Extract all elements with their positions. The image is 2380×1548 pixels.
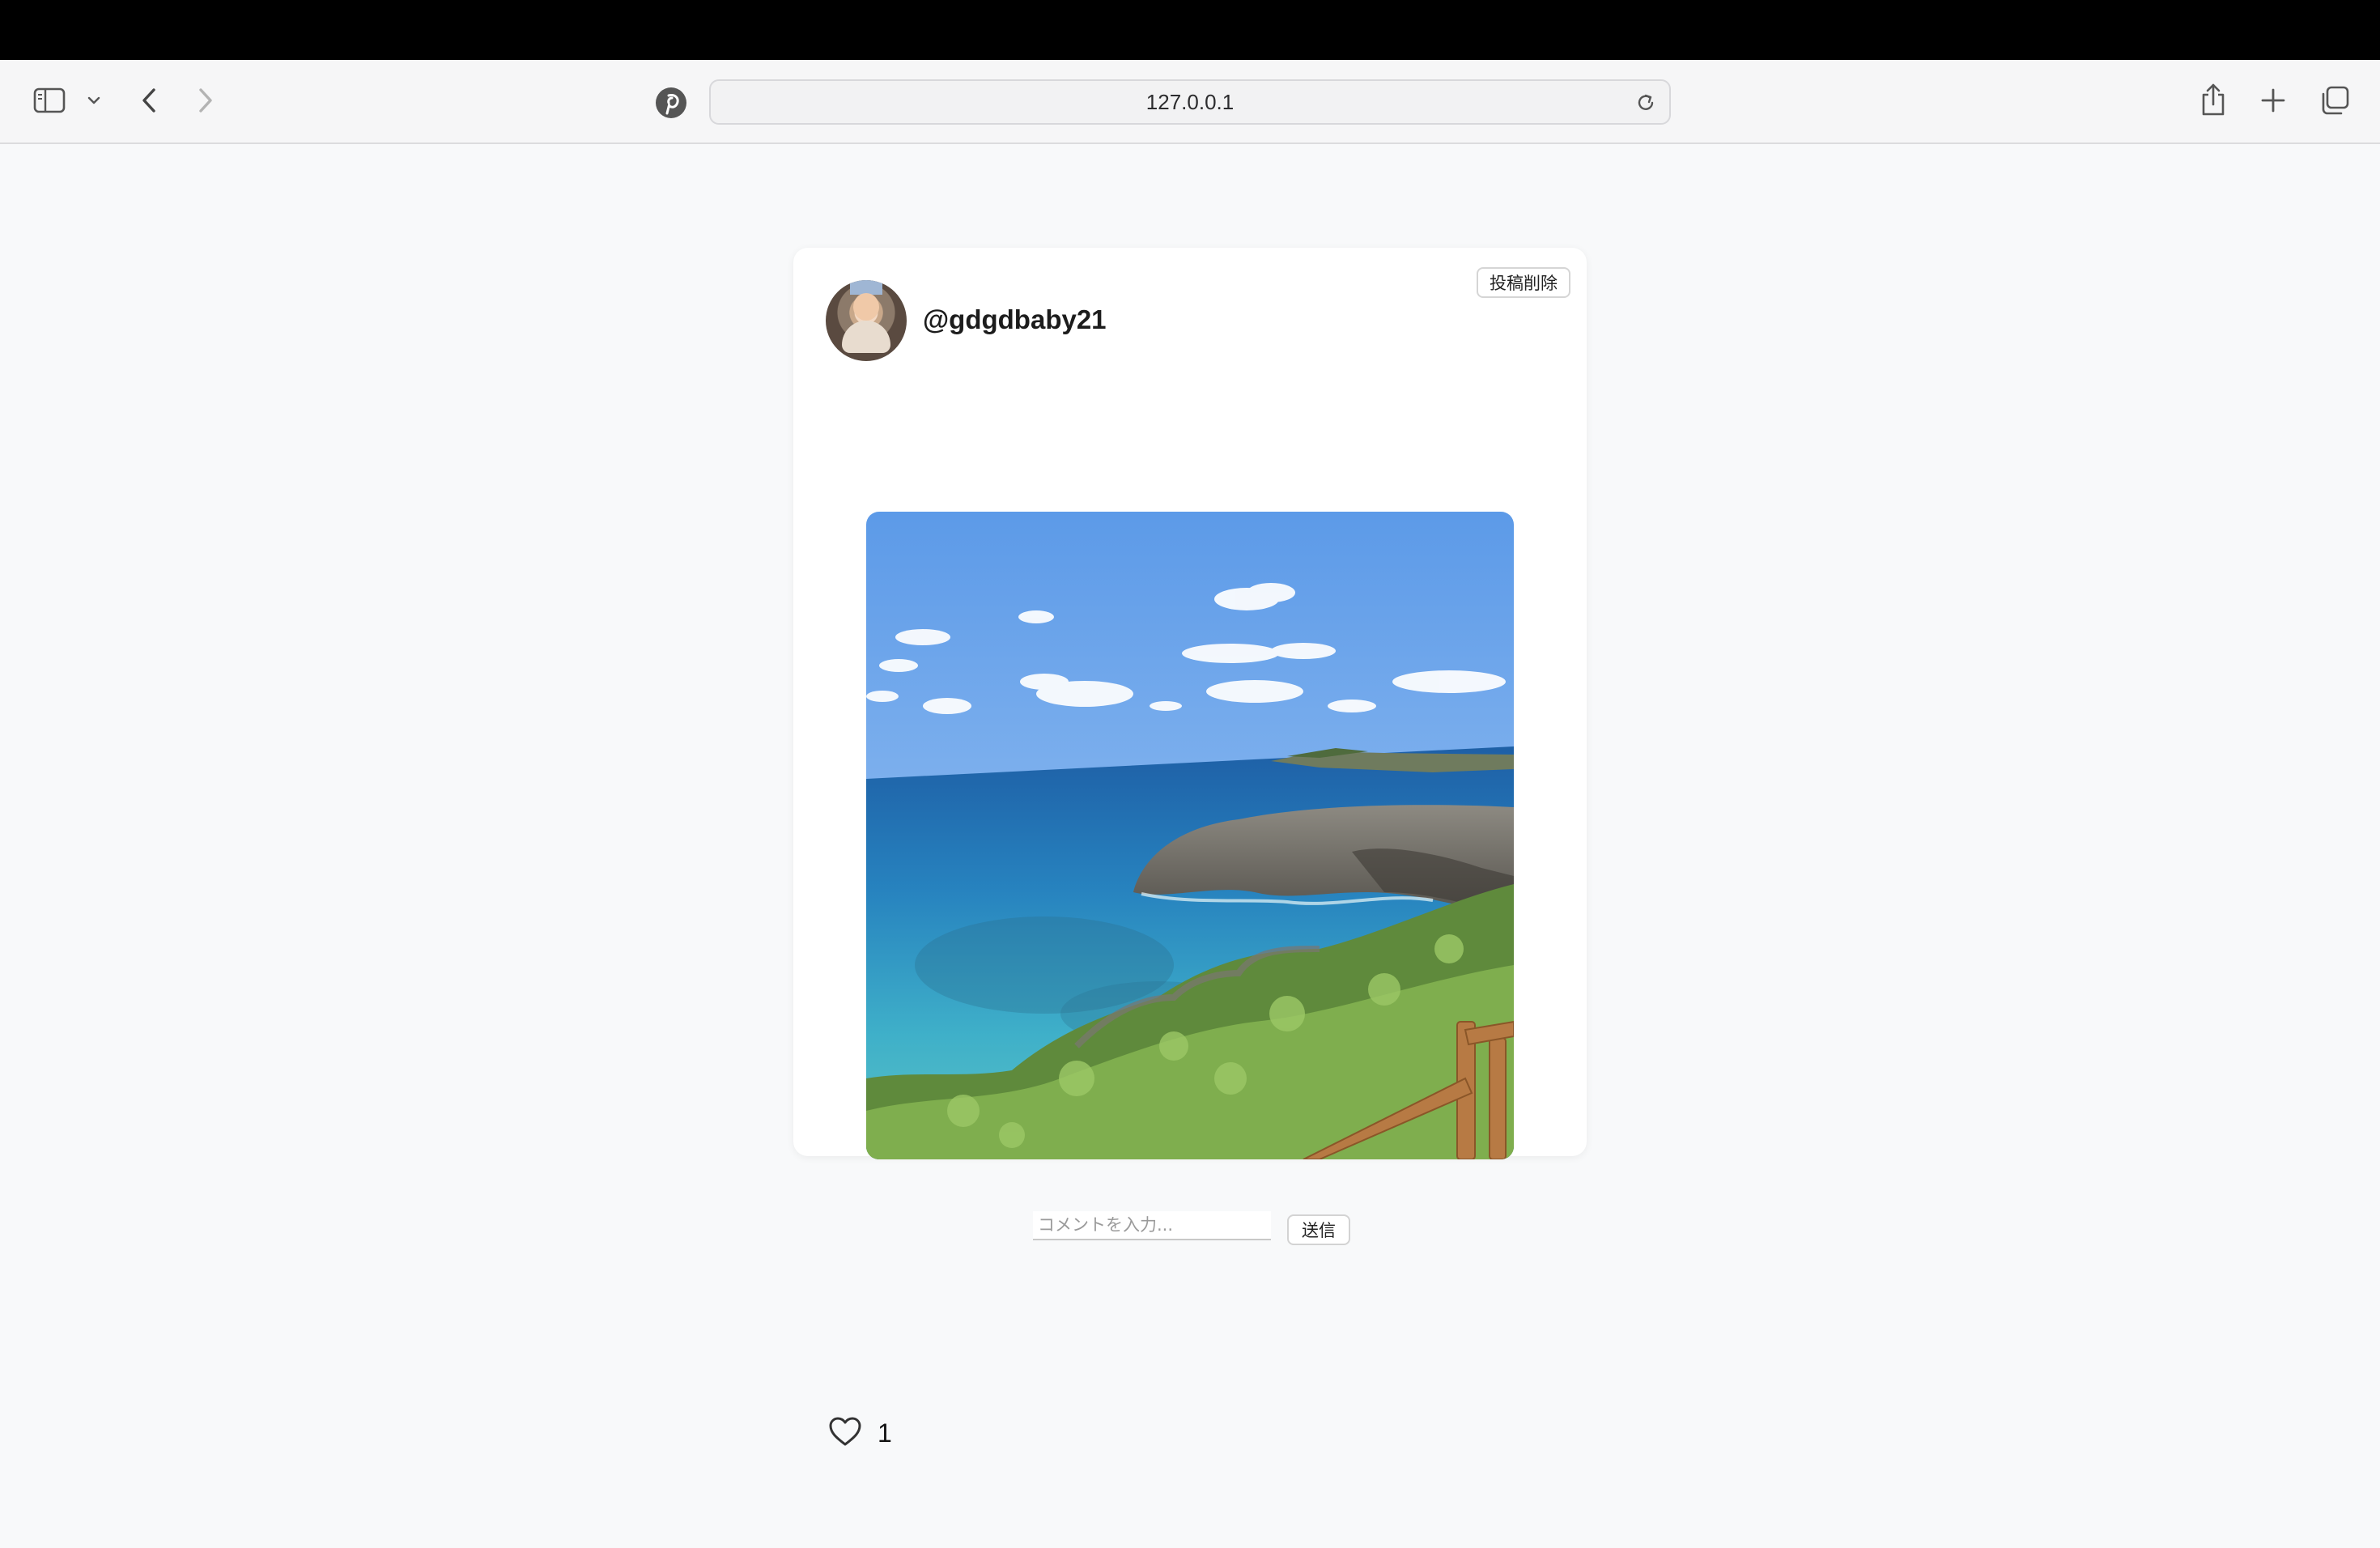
- pinterest-icon: [654, 86, 688, 120]
- post-card: 投稿削除 @gdgdbaby21 1: [793, 248, 1587, 1448]
- send-comment-button[interactable]: 送信: [1287, 1214, 1350, 1245]
- reload-icon[interactable]: [1634, 91, 1658, 115]
- address-bar[interactable]: 127.0.0.1: [709, 79, 1671, 125]
- tabs-overview-icon[interactable]: [2317, 83, 2352, 118]
- post-image: [866, 512, 1514, 1159]
- plus-icon[interactable]: [2257, 84, 2289, 117]
- url-text[interactable]: 127.0.0.1: [711, 81, 1669, 123]
- sidebar-icon[interactable]: [31, 84, 68, 117]
- share-icon[interactable]: [2197, 79, 2229, 120]
- browser-toolbar: 127.0.0.1: [0, 60, 2380, 144]
- like-count: 1: [878, 1418, 892, 1448]
- chevron-right-icon[interactable]: [191, 84, 220, 117]
- delete-post-button[interactable]: 投稿削除: [1477, 267, 1570, 298]
- system-menu-bar: [0, 0, 2380, 60]
- avatar[interactable]: [826, 280, 907, 361]
- chevron-down-icon[interactable]: [84, 91, 104, 110]
- username[interactable]: @gdgdbaby21: [923, 304, 1107, 335]
- chevron-left-icon[interactable]: [134, 84, 164, 117]
- heart-icon[interactable]: [827, 1415, 863, 1448]
- comment-input[interactable]: [1033, 1211, 1271, 1240]
